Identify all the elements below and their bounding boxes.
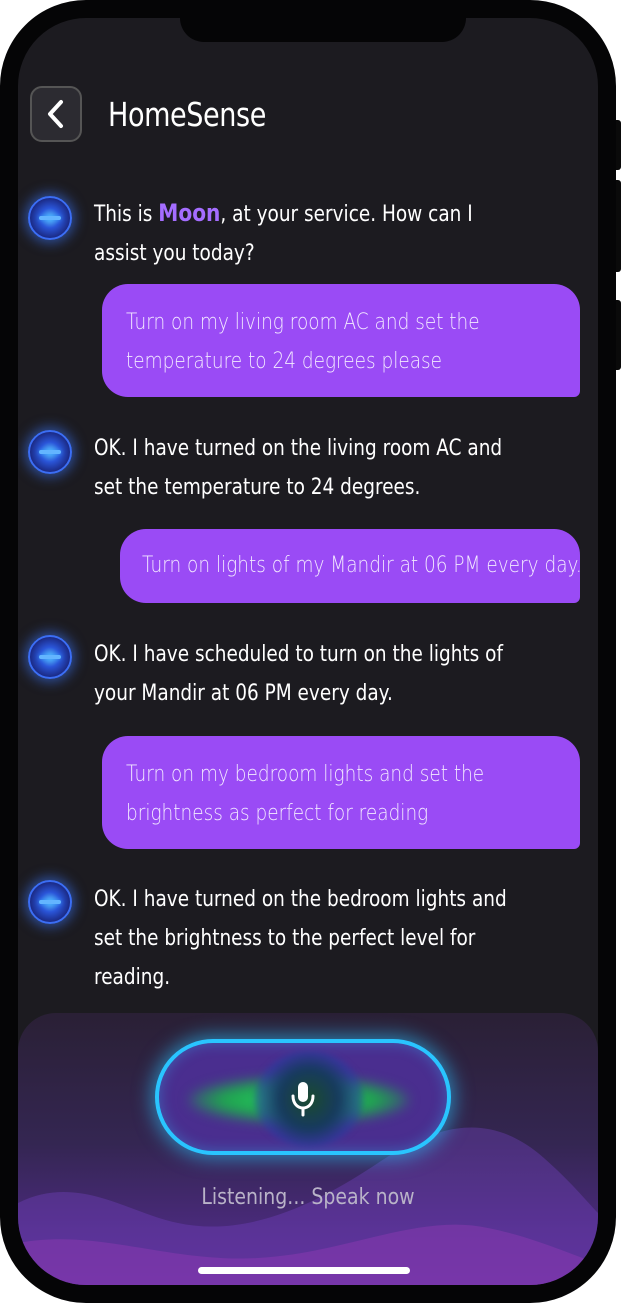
user-message-bubble: Turn on my bedroom lights and set the br… [102, 736, 580, 849]
app-header: HomeSense [30, 86, 301, 142]
assistant-avatar-icon [28, 430, 72, 474]
back-button[interactable] [30, 86, 82, 142]
assistant-avatar-icon [28, 196, 72, 240]
user-message-bubble: Turn on lights of my Mandir at 06 PM eve… [120, 529, 582, 603]
microphone-button[interactable] [155, 1039, 451, 1155]
assistant-avatar-icon [28, 635, 72, 679]
home-indicator[interactable] [198, 1267, 410, 1274]
user-message-bubble: Turn on my living room AC and set the te… [102, 284, 580, 397]
chevron-left-icon [48, 100, 63, 128]
notch [180, 18, 466, 42]
bot-message-text: This is [94, 202, 159, 227]
user-message-text: Turn on my living room AC and set the te… [126, 310, 480, 374]
bot-message: OK. I have turned on the living room AC … [94, 436, 503, 500]
user-message-text: Turn on my bedroom lights and set the br… [126, 762, 485, 826]
listening-status: Listening... Speak now [201, 1185, 415, 1210]
phone-frame: HomeSense This is Moon, at your service.… [0, 0, 616, 1303]
assistant-avatar-icon [28, 880, 72, 924]
bot-message: OK. I have scheduled to turn on the ligh… [94, 642, 503, 706]
voice-panel: Listening... Speak now [18, 1013, 598, 1285]
page-title: HomeSense [108, 94, 266, 134]
bot-message: OK. I have turned on the bedroom lights … [94, 887, 507, 990]
bot-message: This is Moon, at your service. How can I… [94, 194, 514, 273]
assistant-name: Moon [158, 199, 221, 227]
user-message-text: Turn on lights of my Mandir at 06 PM eve… [142, 553, 582, 578]
microphone-icon [291, 1082, 315, 1117]
